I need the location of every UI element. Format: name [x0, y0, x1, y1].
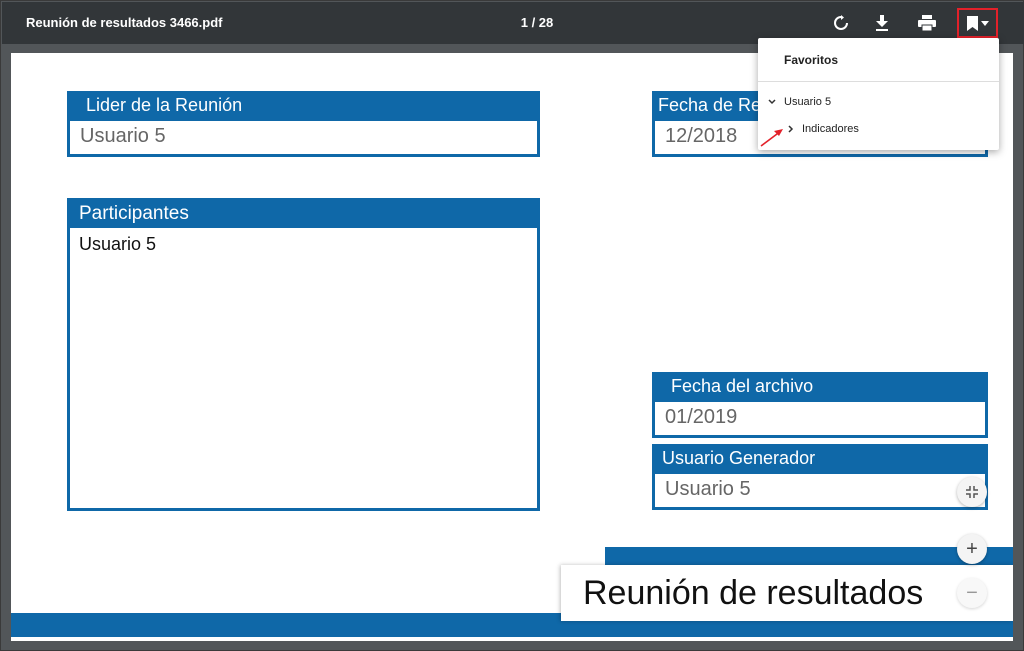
bookmarks-dropdown: Favoritos Usuario 5 Indicadores [758, 38, 999, 150]
pdf-viewer-frame: Reunión de resultados 3466.pdf 1 / 28 Li… [0, 0, 1024, 651]
plus-icon: + [966, 537, 978, 560]
file-date-box: Fecha del archivo 01/2019 [652, 372, 988, 438]
generator-header: Usuario Generador [655, 447, 985, 472]
file-date-header: Fecha del archivo [655, 375, 985, 400]
leader-value: Usuario 5 [70, 119, 537, 151]
bookmark-item-indicadores[interactable]: Indicadores [788, 123, 859, 135]
leader-box: Lider de la Reunión Usuario 5 [67, 91, 540, 157]
participants-value: Usuario 5 [79, 234, 157, 254]
participants-box: Participantes Usuario 5 [67, 198, 540, 511]
rotate-icon [834, 15, 848, 30]
file-date-value: 01/2019 [655, 400, 985, 432]
zoom-out-button[interactable]: − [957, 578, 987, 608]
bookmark-label: Usuario 5 [784, 96, 832, 108]
annotation-arrow-icon [760, 129, 783, 147]
document-heading: Reunión de resultados [561, 565, 1013, 621]
minus-icon: − [966, 581, 978, 604]
fit-page-button[interactable] [957, 477, 987, 507]
leader-header: Lider de la Reunión [70, 94, 537, 119]
generator-box: Usuario Generador Usuario 5 [652, 444, 988, 510]
page-indicator: 1 / 28 [520, 15, 554, 30]
participants-header: Participantes [70, 201, 537, 228]
bookmark-icon [966, 15, 978, 31]
bookmark-item-usuario-5[interactable]: Usuario 5 [768, 96, 831, 108]
bookmark-label: Indicadores [802, 123, 859, 135]
generator-value: Usuario 5 [655, 472, 985, 504]
download-icon [876, 15, 888, 31]
download-button[interactable] [869, 10, 895, 36]
rotate-button[interactable] [828, 10, 854, 36]
chevron-down-icon [768, 99, 776, 105]
chevron-right-icon [788, 125, 794, 133]
bookmarks-button[interactable] [957, 8, 998, 38]
fit-page-icon [966, 486, 978, 498]
caret-down-icon [980, 20, 989, 26]
zoom-in-button[interactable]: + [957, 534, 987, 564]
document-title: Reunión de resultados 3466.pdf [26, 15, 223, 30]
print-icon [918, 15, 936, 31]
bookmarks-header: Favoritos [758, 38, 999, 82]
print-button[interactable] [914, 10, 940, 36]
